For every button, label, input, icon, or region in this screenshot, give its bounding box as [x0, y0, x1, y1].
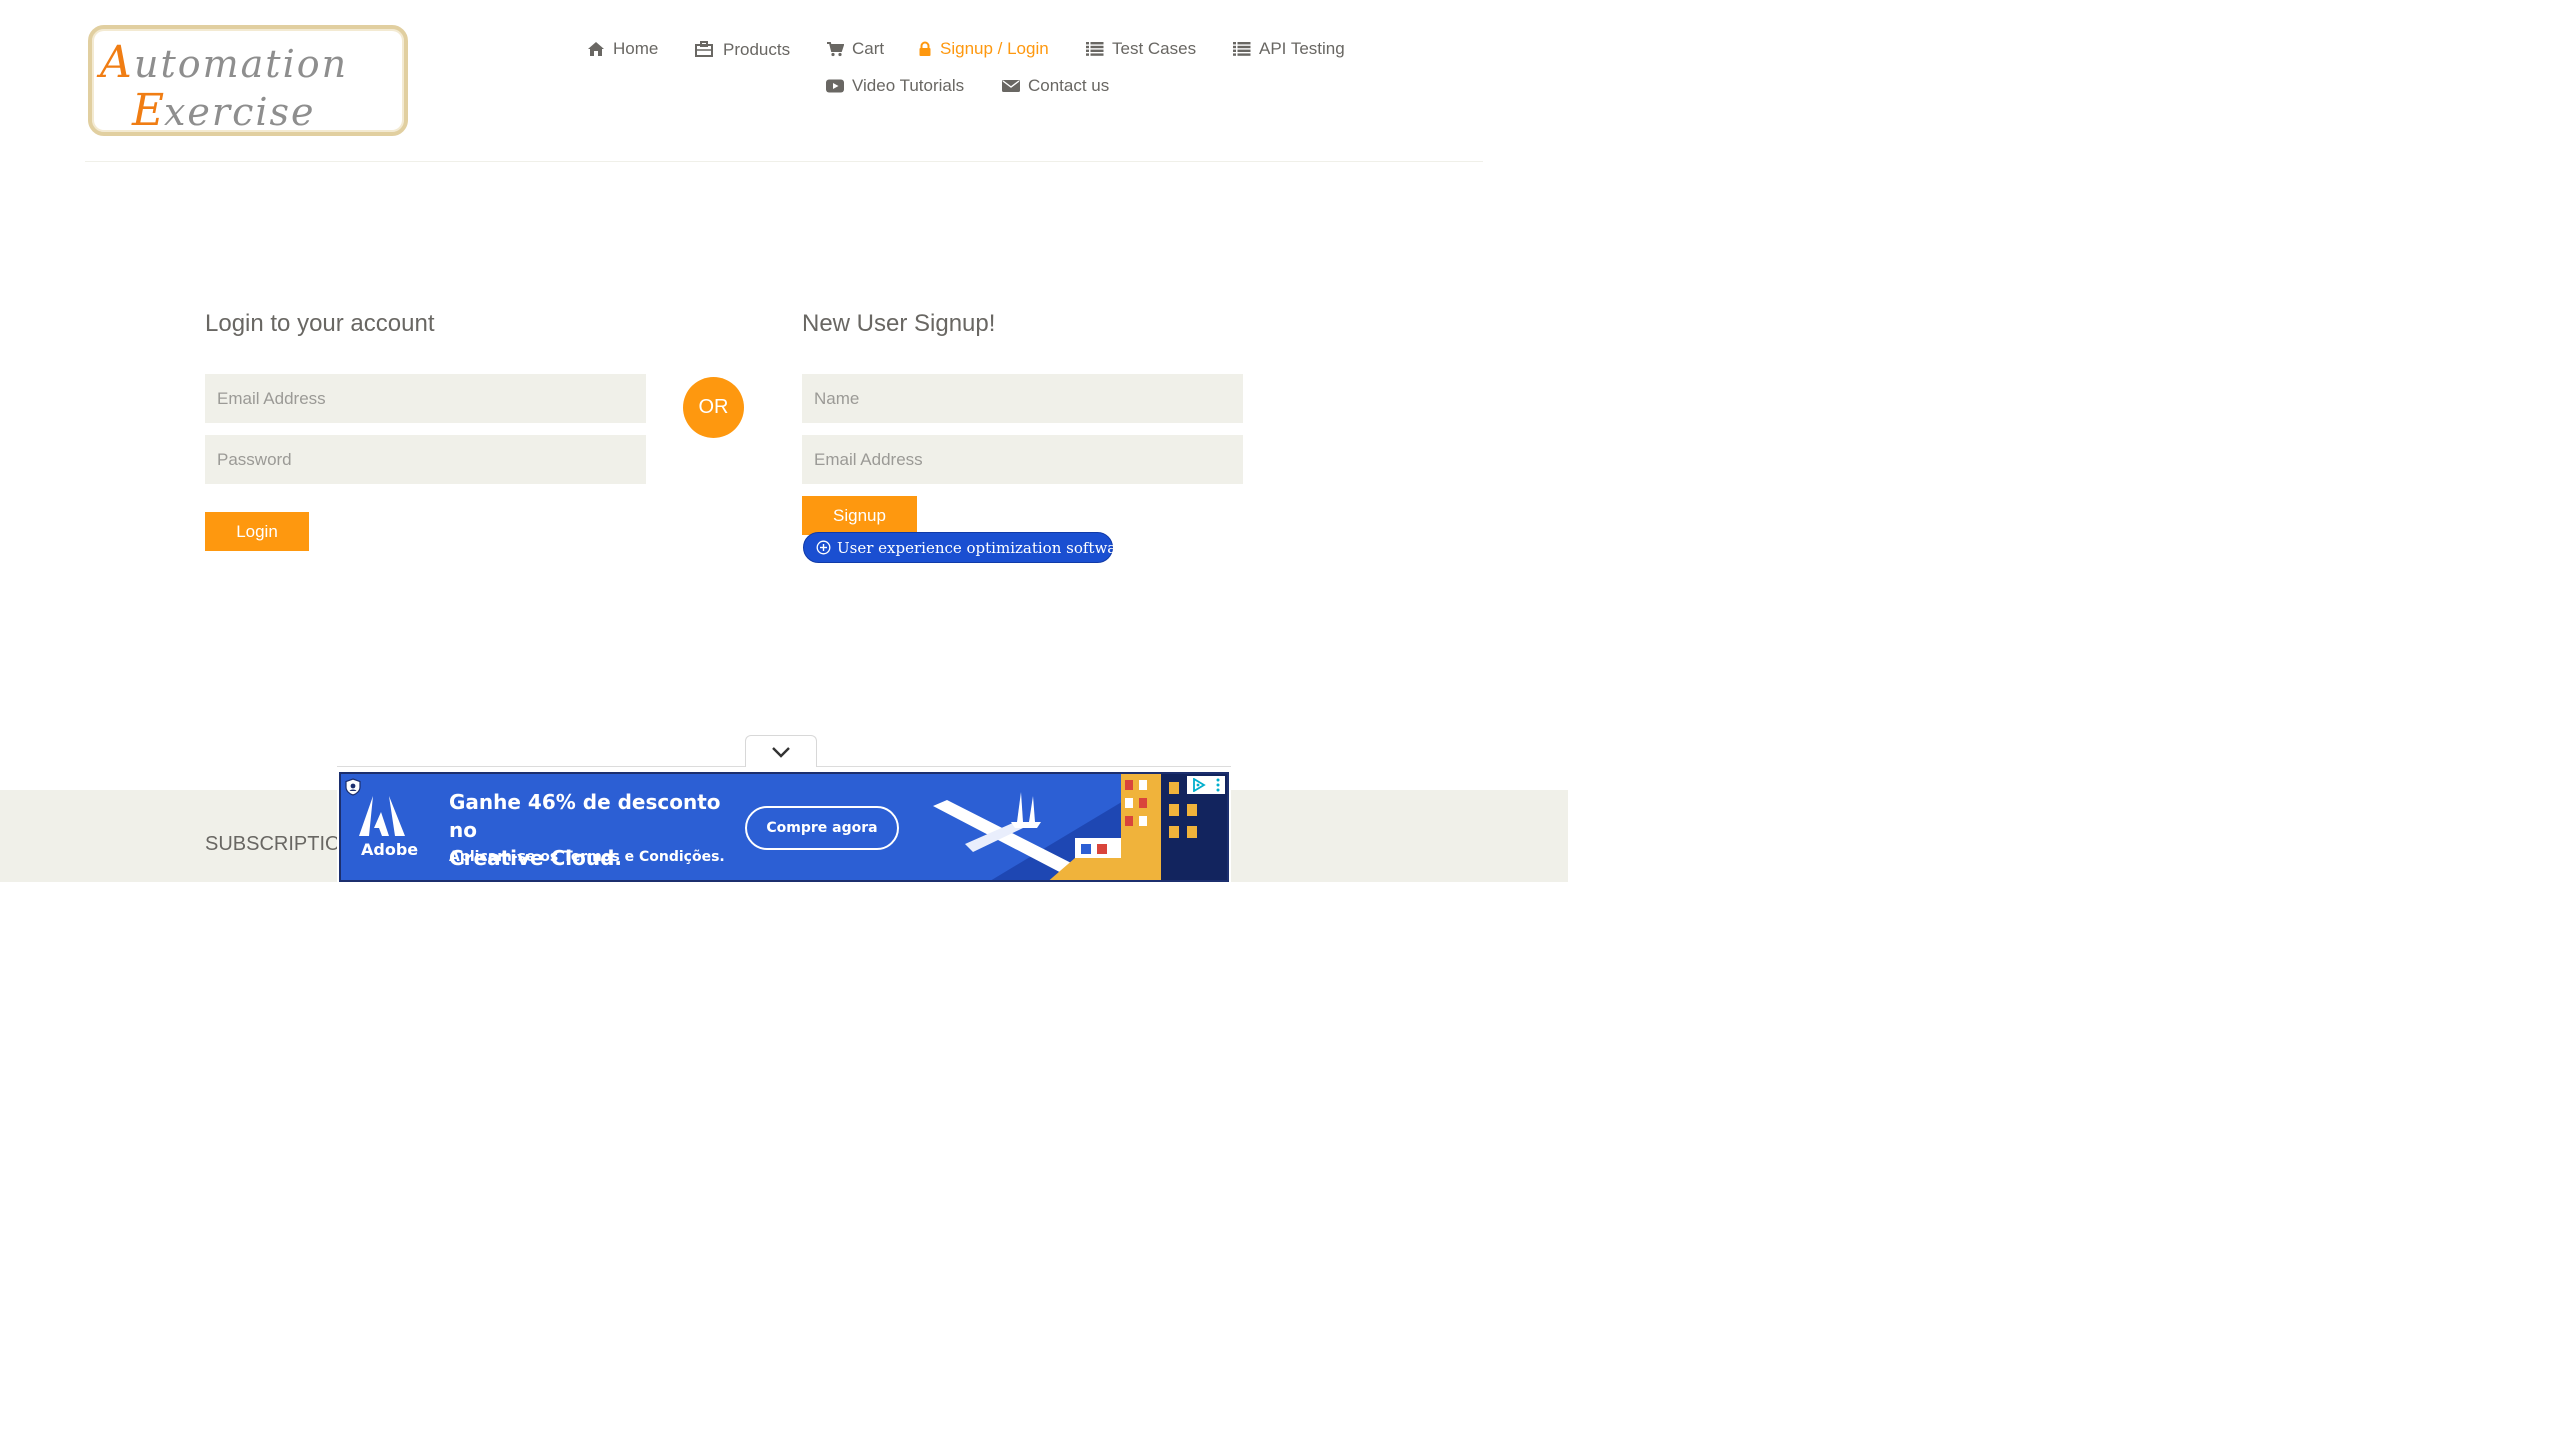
logo-letter-e: E — [131, 85, 164, 136]
header-divider — [85, 161, 1483, 162]
youtube-play-icon — [826, 77, 844, 95]
nav-video-tutorials[interactable]: Video Tutorials — [826, 76, 964, 96]
plus-circle-icon — [816, 540, 831, 555]
login-email-input[interactable] — [205, 374, 646, 423]
ad-terms: Aplicam-se os Termos e Condições. — [449, 849, 725, 865]
nav-products[interactable]: Products — [695, 39, 790, 59]
login-password-input[interactable] — [205, 435, 646, 484]
ad-collapse-button[interactable] — [745, 735, 817, 767]
ux-optimization-badge[interactable]: User experience optimization software — [803, 532, 1132, 563]
nav-signup-login-label: Signup / Login — [940, 39, 1049, 58]
lock-icon — [918, 40, 932, 58]
signup-name-input[interactable] — [802, 374, 1243, 423]
nav-cart[interactable]: Cart — [826, 39, 884, 59]
chevron-down-icon — [771, 746, 791, 758]
logo-line2: xercise — [164, 90, 316, 134]
home-icon — [587, 40, 605, 58]
nav-signup-login[interactable]: Signup / Login — [918, 39, 1049, 59]
nav-products-label: Products — [723, 40, 791, 59]
logo-letter-a: A — [96, 37, 132, 88]
more-options-icon — [1216, 778, 1220, 792]
briefcase-icon — [695, 40, 713, 58]
nav-api-testing[interactable]: API Testing — [1233, 39, 1345, 59]
ad-brand: Adobe — [361, 840, 419, 859]
nav-home[interactable]: Home — [587, 39, 658, 59]
nav-test-cases[interactable]: Test Cases — [1086, 39, 1196, 59]
cart-icon — [826, 40, 844, 58]
signup-button[interactable]: Signup — [802, 496, 917, 535]
login-button[interactable]: Login — [205, 512, 309, 551]
nav-home-label: Home — [613, 39, 659, 58]
envelope-icon — [1002, 77, 1020, 95]
nav-video-tutorials-label: Video Tutorials — [852, 76, 965, 95]
ad-headline-line1: Ganhe 46% de desconto no — [449, 790, 721, 842]
nav-contact-us[interactable]: Contact us — [1002, 76, 1109, 96]
list-icon — [1086, 40, 1104, 58]
ad-illustration — [925, 774, 1227, 880]
login-title: Login to your account — [205, 310, 435, 337]
nav-test-cases-label: Test Cases — [1112, 39, 1197, 58]
ad-cta-button[interactable]: Compre agora — [745, 806, 899, 850]
signup-email-input[interactable] — [802, 435, 1243, 484]
nav-cart-label: Cart — [852, 39, 885, 58]
site-logo[interactable]: A utomation E xercise — [88, 25, 408, 136]
subscription-title: SUBSCRIPTIO — [205, 833, 341, 855]
ux-badge-label: User experience optimization software — [837, 538, 1133, 557]
adchoices-icon — [1192, 778, 1206, 792]
or-divider: OR — [683, 377, 744, 438]
nav-api-testing-label: API Testing — [1259, 39, 1345, 58]
signup-title: New User Signup! — [802, 310, 996, 337]
nav-contact-us-label: Contact us — [1028, 76, 1110, 95]
logo-line1: utomation — [134, 42, 348, 86]
ad-choices-button[interactable] — [1187, 776, 1225, 794]
logo-artwork: A utomation E xercise — [96, 37, 348, 136]
list-icon — [1233, 40, 1251, 58]
ad-banner[interactable]: Adobe Ganhe 46% de desconto no Creative … — [339, 772, 1229, 882]
